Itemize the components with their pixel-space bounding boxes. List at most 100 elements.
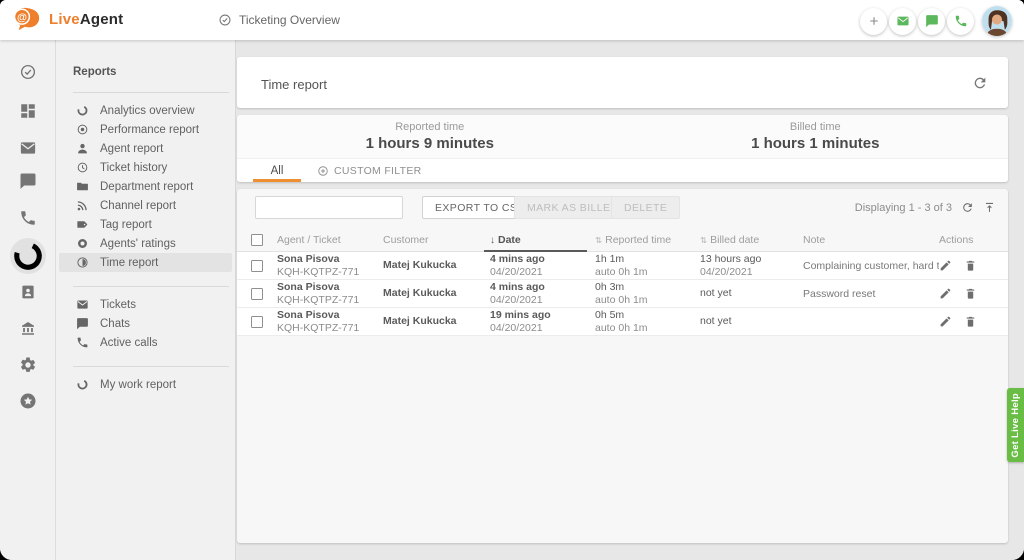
actions-cell (939, 308, 994, 335)
folder-icon (76, 180, 89, 193)
sidebar-item-chats[interactable]: Chats (59, 314, 232, 333)
nav-label: Tag report (100, 219, 152, 231)
add-button[interactable] (860, 8, 887, 35)
sidebar-item-analytics-overview[interactable]: Analytics overview (59, 101, 232, 120)
grid-card: EXPORT TO CSV MARK AS BILLED DELETE Disp… (237, 189, 1008, 543)
star-circle-icon (19, 392, 37, 410)
edit-pencil-icon[interactable] (939, 315, 952, 328)
reported-time-cell: 1h 1mauto 0h 1m (595, 252, 700, 279)
reported-time-cell: 0h 5mauto 0h 1m (595, 308, 700, 335)
agent-name: Sona Pisova (277, 253, 383, 266)
tab-all[interactable]: All (249, 159, 305, 182)
donut-icon (76, 104, 89, 117)
liveagent-logo-icon: @ (13, 6, 43, 32)
col-actions: Actions (939, 229, 994, 251)
rail-item-calls[interactable] (0, 209, 56, 227)
sidebar-item-department-report[interactable]: Department report (59, 177, 232, 196)
sidebar-item-time-report[interactable]: Time report (59, 253, 232, 272)
note-text: Password reset (803, 288, 939, 300)
nav-label: Time report (100, 257, 158, 269)
nav-label: Agent report (100, 143, 163, 155)
new-call-button[interactable] (947, 8, 974, 35)
rail-item-chats[interactable] (0, 172, 56, 190)
billed-relative: not yet (700, 287, 803, 300)
col-date[interactable]: ↓ Date (490, 229, 595, 251)
refresh-icon[interactable] (961, 201, 974, 214)
sidebar-item-tickets[interactable]: Tickets (59, 295, 232, 314)
stat-reported-time: Reported time 1 hours 9 minutes (237, 115, 623, 158)
col-note[interactable]: Note (803, 229, 939, 251)
sidebar-item-performance-report[interactable]: Performance report (59, 120, 232, 139)
trash-icon[interactable] (964, 315, 977, 328)
divider (73, 366, 229, 367)
tab-ticketing-overview[interactable]: Ticketing Overview (218, 0, 340, 40)
table-row[interactable]: Sona PisovaKQH-KQTPZ-771 Matej Kukucka 1… (237, 308, 1008, 336)
agent-ticket-cell: Sona PisovaKQH-KQTPZ-771 (277, 280, 383, 307)
sidebar-item-channel-report[interactable]: Channel report (59, 196, 232, 215)
active-tab-underline (253, 179, 301, 182)
rail-item-tasks[interactable] (0, 63, 56, 81)
tab-custom-filter[interactable]: CUSTOM FILTER (305, 159, 434, 182)
customer-name[interactable]: Matej Kukucka (383, 287, 490, 300)
search-input[interactable] (255, 196, 403, 219)
table-row[interactable]: Sona PisovaKQH-KQTPZ-771 Matej Kukucka 4… (237, 252, 1008, 280)
liveagent-logo[interactable]: @ LiveAgent (13, 6, 123, 32)
customer-name[interactable]: Matej Kukucka (383, 259, 490, 272)
ticket-id[interactable]: KQH-KQTPZ-771 (277, 294, 383, 307)
divider (73, 286, 229, 287)
sidebar-item-active-calls[interactable]: Active calls (59, 333, 232, 352)
sidebar-item-ticket-history[interactable]: Ticket history (59, 158, 232, 177)
tab-all-label: All (271, 165, 284, 177)
select-all-checkbox[interactable] (251, 234, 263, 246)
sidebar-title: Reports (73, 66, 235, 78)
table-row[interactable]: Sona PisovaKQH-KQTPZ-771 Matej Kukucka 4… (237, 280, 1008, 308)
get-live-help-button[interactable]: Get Live Help (1007, 388, 1024, 462)
ticket-id[interactable]: KQH-KQTPZ-771 (277, 266, 383, 279)
row-checkbox[interactable] (251, 316, 263, 328)
delete-button[interactable]: DELETE (611, 196, 680, 219)
rail-item-settings[interactable] (0, 356, 56, 374)
row-checkbox[interactable] (251, 260, 263, 272)
reported-time: 0h 3m (595, 281, 700, 294)
new-ticket-button[interactable] (889, 8, 916, 35)
customer-name[interactable]: Matej Kukucka (383, 315, 490, 328)
user-avatar[interactable] (982, 6, 1012, 36)
date-cell: 4 mins ago04/20/2021 (490, 280, 595, 307)
col-agent-ticket[interactable]: Agent / Ticket (277, 229, 383, 251)
rail-item-starred[interactable] (0, 392, 56, 410)
rail-item-reports[interactable] (10, 238, 46, 274)
reported-auto: auto 0h 1m (595, 294, 700, 307)
scroll-to-top-icon[interactable] (983, 201, 996, 214)
sidebar-item-tag-report[interactable]: Tag report (59, 215, 232, 234)
edit-pencil-icon[interactable] (939, 287, 952, 300)
sidebar-item-agents-ratings[interactable]: Agents' ratings (59, 234, 232, 253)
phone-icon (954, 14, 968, 28)
refresh-icon[interactable] (972, 75, 988, 91)
new-chat-button[interactable] (918, 8, 945, 35)
trash-icon[interactable] (964, 259, 977, 272)
edit-pencil-icon[interactable] (939, 259, 952, 272)
rail-item-billing[interactable] (0, 319, 56, 337)
sidebar-item-agent-report[interactable]: Agent report (59, 139, 232, 158)
row-select-cell (251, 280, 277, 307)
row-select-cell (251, 308, 277, 335)
stat-label: Reported time (237, 121, 623, 133)
donut-icon (76, 378, 89, 391)
app-window: @ LiveAgent Ticketing Overview (0, 0, 1024, 560)
grid-toolbar: EXPORT TO CSV MARK AS BILLED DELETE Disp… (237, 189, 1008, 229)
col-billed-date[interactable]: ⇅ Billed date (700, 229, 803, 251)
col-reported-time[interactable]: ⇅ Reported time (595, 229, 700, 251)
billed-relative: not yet (700, 315, 803, 328)
brand-text: LiveAgent (49, 11, 123, 28)
row-checkbox[interactable] (251, 288, 263, 300)
sidebar-item-my-work-report[interactable]: My work report (59, 375, 232, 394)
rail-item-dashboard[interactable] (0, 102, 56, 120)
sort-icon: ⇅ (700, 235, 707, 246)
col-customer[interactable]: Customer (383, 229, 490, 251)
ticket-id[interactable]: KQH-KQTPZ-771 (277, 322, 383, 335)
nav-label: Analytics overview (100, 105, 195, 117)
col-date-label: Date (498, 234, 521, 246)
trash-icon[interactable] (964, 287, 977, 300)
rail-item-contacts[interactable] (0, 283, 56, 301)
rail-item-tickets[interactable] (0, 139, 56, 157)
